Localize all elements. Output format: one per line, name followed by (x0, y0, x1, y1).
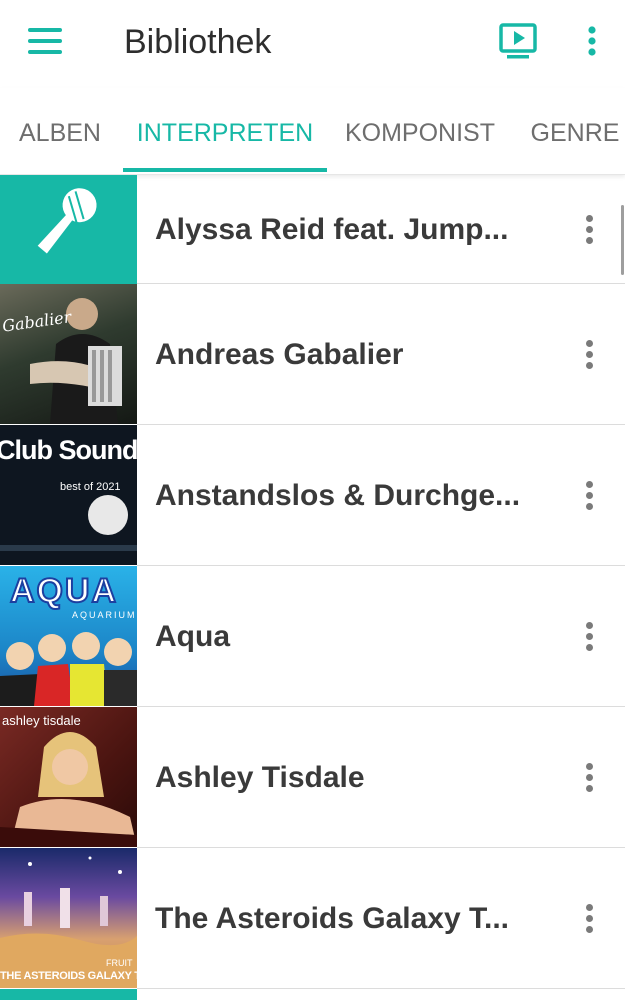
microphone-placeholder-thumbnail (0, 175, 137, 284)
album-cover-thumbnail: Gabalier (0, 284, 137, 424)
vertical-dots-icon (586, 214, 593, 222)
vertical-dots-icon (586, 762, 593, 770)
album-cover-thumbnail: ashley tisdale (0, 707, 137, 847)
hamburger-menu-icon (28, 28, 62, 32)
artist-name: Andreas Gabalier (155, 337, 404, 371)
album-cover-subtext: FRUIT (106, 958, 133, 968)
vertical-dots-icon-dot (586, 502, 593, 510)
album-cover-art (30, 298, 122, 424)
album-cover-decoration (0, 545, 137, 551)
cd-badge (88, 495, 128, 535)
tab-bar: ALBEN INTERPRETEN KOMPONIST GENRE (0, 88, 625, 175)
list-item[interactable]: AQUA AQUARIUM Aqua (0, 566, 625, 707)
list-item[interactable]: ashley tisdale Ashley Tisdale (0, 707, 625, 848)
artist-name: The Asteroids Galaxy T... (155, 901, 510, 935)
artist-name: Alyssa Reid feat. Jump... (155, 212, 509, 246)
artist-name: Ashley Tisdale (155, 760, 365, 794)
album-cover-text: THE ASTEROIDS GALAXY TOUR (0, 970, 137, 982)
play-screen-icon (499, 23, 537, 59)
artist-name: Anstandslos & Durchge... (155, 478, 521, 512)
active-tab-indicator (123, 168, 327, 172)
item-more-button[interactable] (572, 897, 606, 941)
list-item[interactable]: FRUIT THE ASTEROIDS GALAXY TOUR The Aste… (0, 848, 625, 989)
microphone-icon (37, 188, 97, 254)
vertical-dots-icon (586, 621, 593, 629)
vertical-dots-icon-dot (586, 632, 593, 640)
album-cover-thumbnail: AQUA AQUARIUM (0, 566, 137, 706)
vertical-dots-icon-dot (586, 361, 593, 369)
menu-button[interactable] (18, 20, 72, 64)
scrollbar-thumb[interactable] (621, 205, 624, 275)
vertical-dots-icon-dot (586, 643, 593, 651)
album-cover-art (0, 732, 137, 847)
album-cover-text: ashley tisdale (2, 713, 81, 728)
tab-interpreten[interactable]: INTERPRETEN (123, 88, 327, 174)
vertical-dots-icon-dot (586, 491, 593, 499)
hamburger-menu-icon-bar (28, 39, 62, 43)
album-cover-thumbnail: FRUIT THE ASTEROIDS GALAXY TOUR (0, 848, 137, 988)
vertical-dots-icon-dot (586, 914, 593, 922)
list-item[interactable]: Club Sounds best of 2021 Anstandslos & D… (0, 425, 625, 566)
item-more-button[interactable] (572, 474, 606, 518)
vertical-dots-icon (586, 903, 593, 911)
vertical-dots-icon-dot (586, 350, 593, 358)
album-cover-text: AQUA (9, 571, 119, 611)
vertical-dots-icon-dot (586, 225, 593, 233)
album-cover-subtext: best of 2021 (60, 481, 121, 493)
item-more-button[interactable] (572, 756, 606, 800)
page-title: Bibliothek (124, 23, 272, 61)
album-cover-text: Club Sounds (0, 435, 137, 465)
item-more-button[interactable] (572, 333, 606, 377)
vertical-dots-icon (586, 480, 593, 488)
app-bar: Bibliothek (0, 0, 625, 88)
hamburger-menu-icon-bar (28, 50, 62, 54)
tab-alben[interactable]: ALBEN (0, 88, 120, 174)
vertical-dots-icon-dot (586, 925, 593, 933)
item-more-button[interactable] (572, 208, 606, 252)
list-item[interactable]: Gabalier Andreas Gabalier (0, 284, 625, 425)
album-cover-thumbnail (0, 989, 137, 1000)
tab-komponist[interactable]: KOMPONIST (330, 88, 510, 174)
item-more-button[interactable] (572, 615, 606, 659)
vertical-dots-icon-dot (586, 773, 593, 781)
list-item[interactable] (0, 989, 625, 1000)
overflow-menu-button[interactable] (572, 20, 612, 64)
cast-button[interactable] (496, 20, 540, 64)
album-cover-subtext: AQUARIUM (72, 610, 137, 620)
tab-genre[interactable]: GENRE (520, 88, 625, 174)
vertical-dots-icon (588, 26, 596, 56)
artist-name: Aqua (155, 619, 230, 653)
vertical-dots-icon (586, 339, 593, 347)
album-cover-thumbnail: Club Sounds best of 2021 (0, 425, 137, 565)
list-item[interactable]: Alyssa Reid feat. Jump... (0, 175, 625, 284)
vertical-dots-icon-dot (586, 784, 593, 792)
vertical-dots-icon-dot (586, 236, 593, 244)
